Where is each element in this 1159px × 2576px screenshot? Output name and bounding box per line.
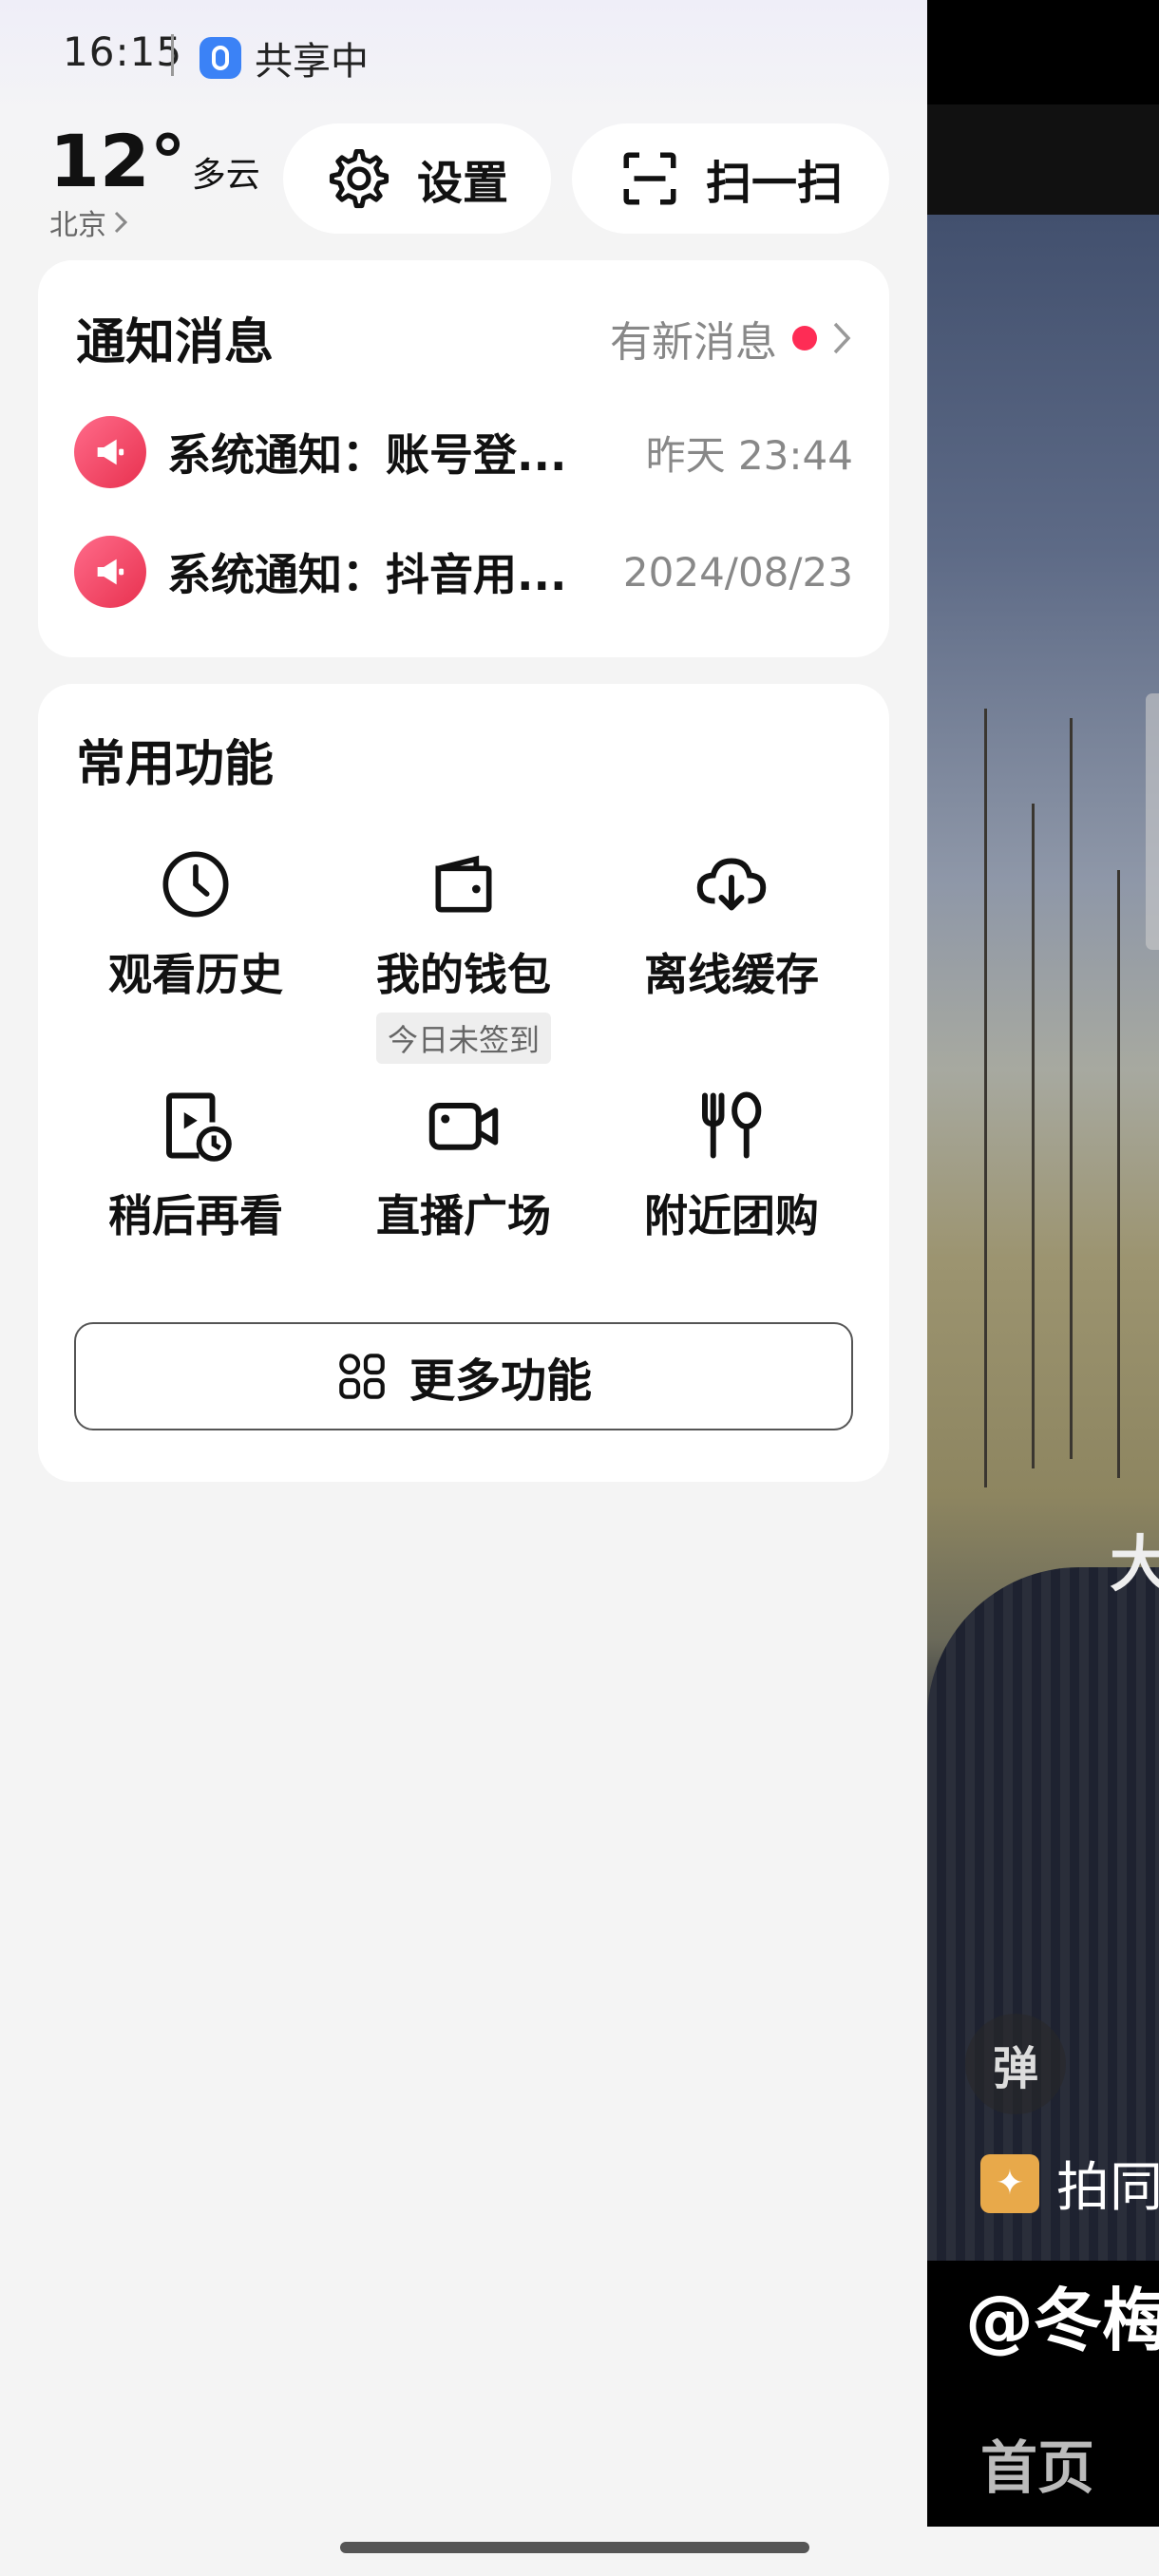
- side-handle[interactable]: [1146, 693, 1159, 950]
- notification-item[interactable]: 系统通知：抖音用... 2024/08/23: [74, 534, 853, 610]
- background-video-panel[interactable]: HD HD 直 大 弹 ✦ 拍同 @冬梅 首页: [927, 0, 1159, 2527]
- screen-share-icon: [200, 37, 241, 79]
- function-offline-cache[interactable]: 离线缓存: [608, 842, 855, 1003]
- weather-condition: 多云: [191, 156, 260, 195]
- status-divider: [171, 34, 174, 76]
- function-watch-history[interactable]: 观看历史: [72, 842, 319, 1003]
- side-drawer: 16:15 共享中 12° 多云 北京 设置 扫一扫 通知消息 有新消息 系统通…: [0, 0, 927, 2576]
- megaphone-icon: [74, 416, 146, 488]
- function-label: 我的钱包: [376, 949, 551, 1000]
- settings-label: 设置: [416, 157, 508, 210]
- function-label: 离线缓存: [644, 949, 819, 1000]
- more-functions-button[interactable]: 更多功能: [74, 1322, 853, 1430]
- function-label: 附近团购: [644, 1190, 819, 1241]
- weather-city[interactable]: 北京: [49, 201, 260, 243]
- chevron-right-icon: [114, 211, 127, 234]
- cloud-download-icon: [608, 842, 855, 927]
- notification-text: 系统通知：账号登...: [167, 429, 567, 481]
- grid-icon: [339, 1354, 385, 1399]
- video-top-bar: 直: [927, 104, 1159, 317]
- notification-time: 昨天 23:44: [645, 431, 853, 479]
- weather-temperature: 12°: [49, 119, 186, 203]
- fork-spoon-icon: [608, 1083, 855, 1168]
- new-messages-label: 有新消息: [610, 318, 777, 367]
- sparkle-icon: ✦: [980, 2153, 1039, 2213]
- screen-share-indicator[interactable]: 共享中: [200, 30, 369, 85]
- screen-share-label: 共享中: [255, 40, 369, 84]
- checkin-badge: 今日未签到: [375, 1013, 551, 1064]
- danmu-toggle-button[interactable]: 弹: [965, 2014, 1066, 2114]
- wallet-icon: [340, 842, 587, 927]
- notification-text: 系统通知：抖音用...: [167, 549, 567, 600]
- function-label: 直播广场: [376, 1190, 551, 1241]
- weather-widget[interactable]: 12° 多云 北京: [49, 125, 260, 243]
- notifications-title: 通知消息: [76, 314, 275, 371]
- status-time: 16:15: [63, 28, 183, 75]
- function-watch-later[interactable]: 稍后再看: [72, 1083, 319, 1244]
- weather-city-label: 北京: [49, 209, 106, 242]
- same-shoot-link[interactable]: ✦ 拍同: [980, 2145, 1159, 2222]
- notifications-card: 通知消息 有新消息 系统通知：账号登... 昨天 23:44 系统通知：抖音用.…: [38, 260, 889, 657]
- function-label: 观看历史: [108, 949, 283, 1000]
- status-bar: 16:15 共享中: [0, 0, 927, 112]
- scan-icon: [623, 152, 676, 205]
- clock-icon: [72, 842, 319, 927]
- video-author[interactable]: @冬梅: [965, 2264, 1159, 2364]
- settings-button[interactable]: 设置: [283, 123, 551, 234]
- new-messages-link[interactable]: 有新消息: [610, 308, 851, 369]
- tab-home[interactable]: 首页: [980, 2422, 1094, 2505]
- function-nearby-deals[interactable]: 附近团购: [608, 1083, 855, 1244]
- scan-label: 扫一扫: [705, 157, 843, 210]
- function-label: 稍后再看: [108, 1190, 283, 1241]
- scan-button[interactable]: 扫一扫: [572, 123, 889, 234]
- home-indicator[interactable]: [340, 2542, 809, 2553]
- chevron-right-icon: [833, 322, 851, 354]
- video-caption-partial: 大: [1110, 1530, 1159, 1601]
- live-camera-icon: [340, 1083, 587, 1168]
- notification-time: 2024/08/23: [622, 548, 853, 596]
- megaphone-icon: [74, 536, 146, 608]
- gear-icon: [329, 148, 390, 209]
- function-wallet[interactable]: 我的钱包 今日未签到: [340, 842, 587, 1064]
- same-shoot-label: 拍同: [1056, 2157, 1159, 2219]
- more-functions-label: 更多功能: [408, 1354, 592, 1408]
- function-live-square[interactable]: 直播广场: [340, 1083, 587, 1244]
- watch-later-icon: [72, 1083, 319, 1168]
- common-functions-title: 常用功能: [76, 736, 275, 793]
- notification-item[interactable]: 系统通知：账号登... 昨天 23:44: [74, 414, 853, 490]
- common-functions-card: 常用功能 观看历史 我的钱包 今日未签到 离线缓存 稍后再看 直播广场 附近团购…: [38, 684, 889, 1482]
- unread-dot: [792, 326, 817, 350]
